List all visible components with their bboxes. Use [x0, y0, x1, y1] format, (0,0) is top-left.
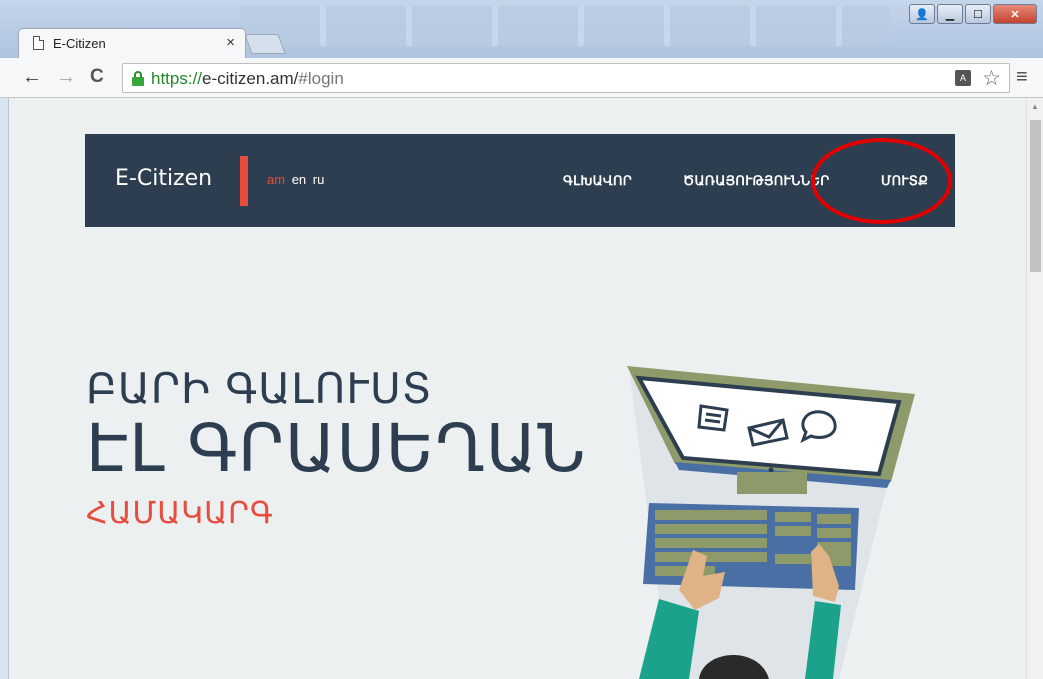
user-profile-icon[interactable]: 👤: [909, 4, 935, 24]
hero-title: ԷԼ ԳՐԱՍԵՂԱՆ: [86, 410, 587, 487]
language-switcher: am en ru: [267, 172, 327, 187]
address-bar[interactable]: https://e-citizen.am/#login A ☆: [122, 63, 1010, 93]
vertical-scrollbar[interactable]: ▲: [1026, 98, 1043, 679]
page-viewport: ▲ E-Citizen am en ru ԳԼԽԱՎՈՐ ԾԱՌԱՅՈՒԹՅՈՒ…: [8, 98, 1043, 679]
brand-divider: [240, 156, 248, 206]
scrollbar-thumb[interactable]: [1030, 120, 1041, 272]
reload-icon[interactable]: C: [90, 66, 104, 88]
left-sleeve: [639, 599, 699, 679]
lang-ru-link[interactable]: ru: [313, 172, 325, 187]
lang-am-link[interactable]: am: [267, 172, 285, 187]
tab-close-icon[interactable]: ×: [226, 34, 235, 51]
menu-icon[interactable]: ≡: [1016, 66, 1028, 89]
minimize-button[interactable]: ▁: [937, 4, 963, 24]
close-window-button[interactable]: ✕: [993, 4, 1037, 24]
title-bar: E-Citizen × 👤 ▁ ☐ ✕: [0, 0, 1043, 58]
browser-toolbar: ← → C https://e-citizen.am/#login A ☆ ≡: [0, 58, 1043, 98]
browser-tab[interactable]: E-Citizen ×: [18, 28, 246, 58]
forward-arrow-icon[interactable]: →: [56, 66, 76, 88]
browser-window: E-Citizen × 👤 ▁ ☐ ✕ ← → C https://e-citi…: [0, 0, 1043, 679]
lock-icon: [132, 71, 144, 86]
site-logo-text[interactable]: E-Citizen: [115, 166, 212, 191]
new-tab-button[interactable]: [244, 34, 286, 54]
lang-en-link[interactable]: en: [292, 172, 306, 187]
computer-user-illustration: [627, 366, 915, 679]
hero-welcome: ԲԱՐԻ ԳԱԼՈՒՍՏ: [86, 364, 433, 413]
window-controls: 👤 ▁ ☐ ✕: [909, 4, 1037, 24]
maximize-button[interactable]: ☐: [965, 4, 991, 24]
annotation-circle: [811, 138, 952, 224]
translate-icon[interactable]: A: [955, 70, 971, 86]
url-text: https://e-citizen.am/#login: [151, 69, 344, 88]
nav-main-link[interactable]: ԳԼԽԱՎՈՐ: [563, 173, 632, 189]
tab-title: E-Citizen: [53, 36, 106, 51]
bookmark-star-icon[interactable]: ☆: [982, 66, 1001, 91]
monitor-stand: [737, 472, 807, 494]
page-icon: [33, 36, 44, 50]
back-arrow-icon[interactable]: ←: [22, 66, 42, 88]
hero-subtitle: ՀԱՄԱԿԱՐԳ: [86, 496, 274, 531]
background-taskbar: [240, 6, 890, 46]
nav-services-link[interactable]: ԾԱՌԱՅՈՒԹՅՈՒՆՆԵՐ: [683, 173, 830, 189]
scroll-up-arrow-icon[interactable]: ▲: [1031, 102, 1039, 111]
